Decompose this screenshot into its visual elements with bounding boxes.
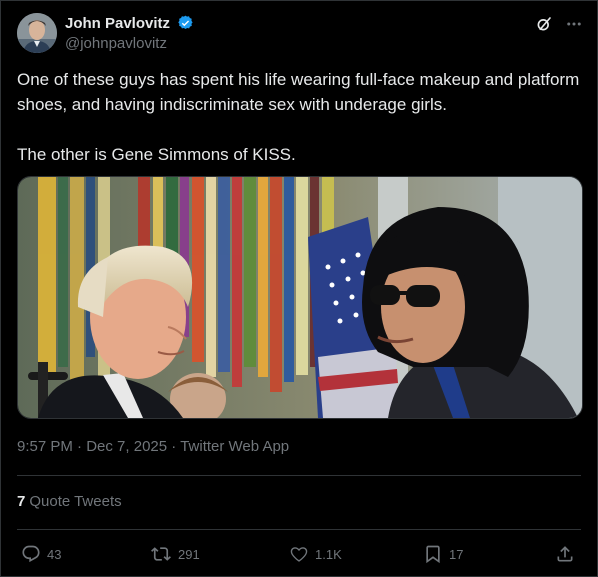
avatar[interactable]: [17, 13, 57, 53]
reply-button[interactable]: 43: [21, 541, 61, 567]
divider: [17, 475, 581, 476]
header-actions: [535, 13, 583, 35]
tweet-timestamp: 9:57 PM · Dec 7, 2025 · Twitter Web App: [17, 437, 289, 457]
bookmark-button[interactable]: 17: [423, 541, 463, 567]
bookmark-count: 17: [449, 546, 464, 562]
tweet-header: John Pavlovitz @johnpavlovitz: [17, 13, 583, 57]
author-info: John Pavlovitz @johnpavlovitz: [65, 14, 194, 54]
quote-tweets-count: 7: [17, 493, 26, 510]
share-icon: [557, 546, 573, 562]
tweet-photo[interactable]: [17, 176, 583, 419]
timestamp-separator: ·: [77, 438, 83, 455]
quote-tweets-label: Quote Tweets: [29, 493, 122, 510]
tweet-date[interactable]: Dec 7, 2025: [86, 438, 167, 455]
more-icon[interactable]: [565, 15, 583, 33]
action-bar: 43 291 1.1K 17: [17, 541, 581, 567]
author-display-name[interactable]: John Pavlovitz: [65, 14, 170, 33]
tweet-card: John Pavlovitz @johnpavlovitz One of the…: [0, 0, 598, 577]
share-button[interactable]: [555, 541, 575, 567]
retweet-button[interactable]: 291: [150, 541, 200, 567]
like-count: 1.1K: [315, 546, 342, 562]
timestamp-separator: ·: [171, 438, 177, 455]
tweet-text-paragraph-2: The other is Gene Simmons of KISS.: [17, 145, 296, 164]
reply-count: 43: [47, 546, 62, 562]
verified-badge-icon: [177, 15, 194, 32]
retweet-count: 291: [178, 546, 200, 562]
like-button[interactable]: 1.1K: [289, 541, 342, 567]
retweet-icon: [151, 547, 171, 561]
divider: [17, 529, 581, 530]
grok-icon[interactable]: [535, 15, 553, 33]
reply-icon: [22, 545, 40, 563]
author-handle[interactable]: @johnpavlovitz: [65, 34, 194, 54]
quote-tweets-link[interactable]: 7 Quote Tweets: [17, 492, 122, 512]
heart-icon: [290, 547, 308, 562]
tweet-text: One of these guys has spent his life wea…: [17, 67, 581, 167]
tweet-source[interactable]: Twitter Web App: [180, 438, 289, 455]
bookmark-icon: [426, 545, 440, 564]
tweet-time[interactable]: 9:57 PM: [17, 438, 73, 455]
tweet-text-paragraph-1: One of these guys has spent his life wea…: [17, 70, 580, 114]
